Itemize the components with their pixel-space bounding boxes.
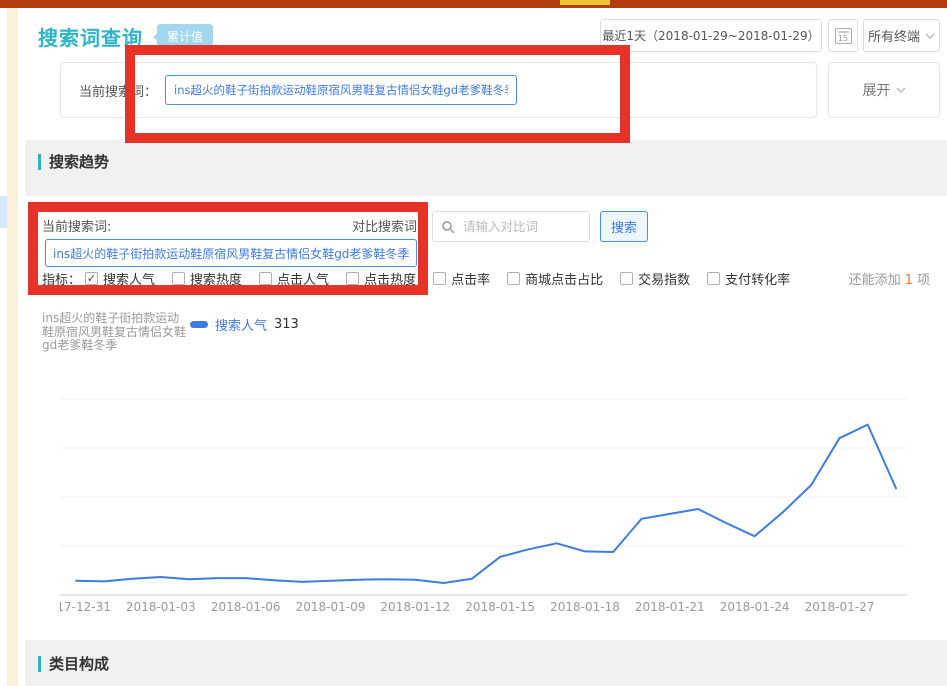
search-button[interactable]: 搜索 [600,211,648,242]
metric-checkbox[interactable] [620,272,633,285]
top-loading-bar [0,0,947,8]
legend-line-marker [190,321,208,328]
left-accent-strip [7,8,18,686]
add-more-count: 1 [905,273,913,288]
x-tick-label: 2018-01-24 [720,600,790,614]
metric-option[interactable]: 点击率 [433,269,490,288]
metric-checkbox[interactable] [707,272,720,285]
sidebar-chip [0,196,7,228]
search-icon [441,220,455,234]
trend-chart-svg: 2017-12-31 2018-01-03 2018-01-06 2018-01-09… [60,393,907,628]
metric-label: 交易指数 [638,269,690,288]
date-range-label: 最近1天（2018-01-29~2018-01-29） [602,27,819,44]
metric-label: 支付转化率 [725,269,790,288]
calendar-button[interactable]: 15 [828,19,858,52]
legend-metric-label: 搜索人气 [215,315,267,334]
page: 搜索词查询 累计值 最近1天（2018-01-29~2018-01-29） 15… [0,0,947,686]
section-accent-bar [38,656,41,672]
metric-label: 商城点击占比 [525,269,603,288]
legend-term-line: 鞋原宿风男鞋复古情侣女鞋 [42,326,202,340]
metric-checkbox[interactable] [507,272,520,285]
x-tick-label: 2018-01-15 [465,600,535,614]
terminal-select[interactable]: 所有终端 [863,19,940,52]
section-title-trend: 搜索趋势 [49,151,109,172]
metric-label: 点击率 [451,269,490,288]
expand-button[interactable]: 展开 [828,62,940,118]
legend-term-line: gd老爹鞋冬季 [42,339,202,353]
metric-checkbox[interactable] [433,272,446,285]
legend-term-line: ins超火的鞋子街拍款运动 [42,312,202,326]
section-band-category [25,640,947,686]
expand-label: 展开 [863,80,891,100]
chevron-down-icon [896,87,906,93]
x-tick-label: 2018-01-06 [211,600,281,614]
annotation-rect-2 [28,202,428,295]
x-tick-label: 2018-01-03 [126,600,196,614]
calendar-icon: 15 [835,28,852,44]
section-band-trend [25,140,947,196]
x-tick-label: 2017-12-31 [60,600,111,614]
legend-metric-value: 313 [274,317,299,332]
compare-term-input-box [432,211,590,242]
chevron-down-icon [925,33,935,39]
x-tick-label: 2018-01-21 [635,600,705,614]
annotation-rect-1 [125,45,630,143]
x-tick-label: 2018-01-12 [380,600,450,614]
x-tick-label: 2018-01-09 [296,600,366,614]
section-title-category: 类目构成 [49,653,109,674]
x-tick-label: 2018-01-27 [805,600,875,614]
metric-option[interactable]: 商城点击占比 [507,269,603,288]
metric-option[interactable]: 交易指数 [620,269,690,288]
section-accent-bar [38,154,41,170]
terminal-select-label: 所有终端 [868,26,920,45]
calendar-icon-day: 15 [838,34,848,43]
legend-item[interactable]: 搜索人气 313 [190,315,299,334]
x-tick-label: 2018-01-18 [550,600,620,614]
legend-term: ins超火的鞋子街拍款运动 鞋原宿风男鞋复古情侣女鞋 gd老爹鞋冬季 [42,312,202,353]
date-range-picker[interactable]: 最近1天（2018-01-29~2018-01-29） [600,19,822,52]
top-loading-bar-highlight [560,0,610,5]
section-header-category: 类目构成 [38,653,109,674]
add-more-suffix: 项 [917,273,930,288]
metric-option[interactable]: 支付转化率 [707,269,790,288]
add-more-prefix: 还能添加 [849,273,901,288]
add-more-note: 还能添加 1项 [849,269,930,288]
compare-term-input[interactable] [461,212,583,241]
section-header-trend: 搜索趋势 [38,151,109,172]
